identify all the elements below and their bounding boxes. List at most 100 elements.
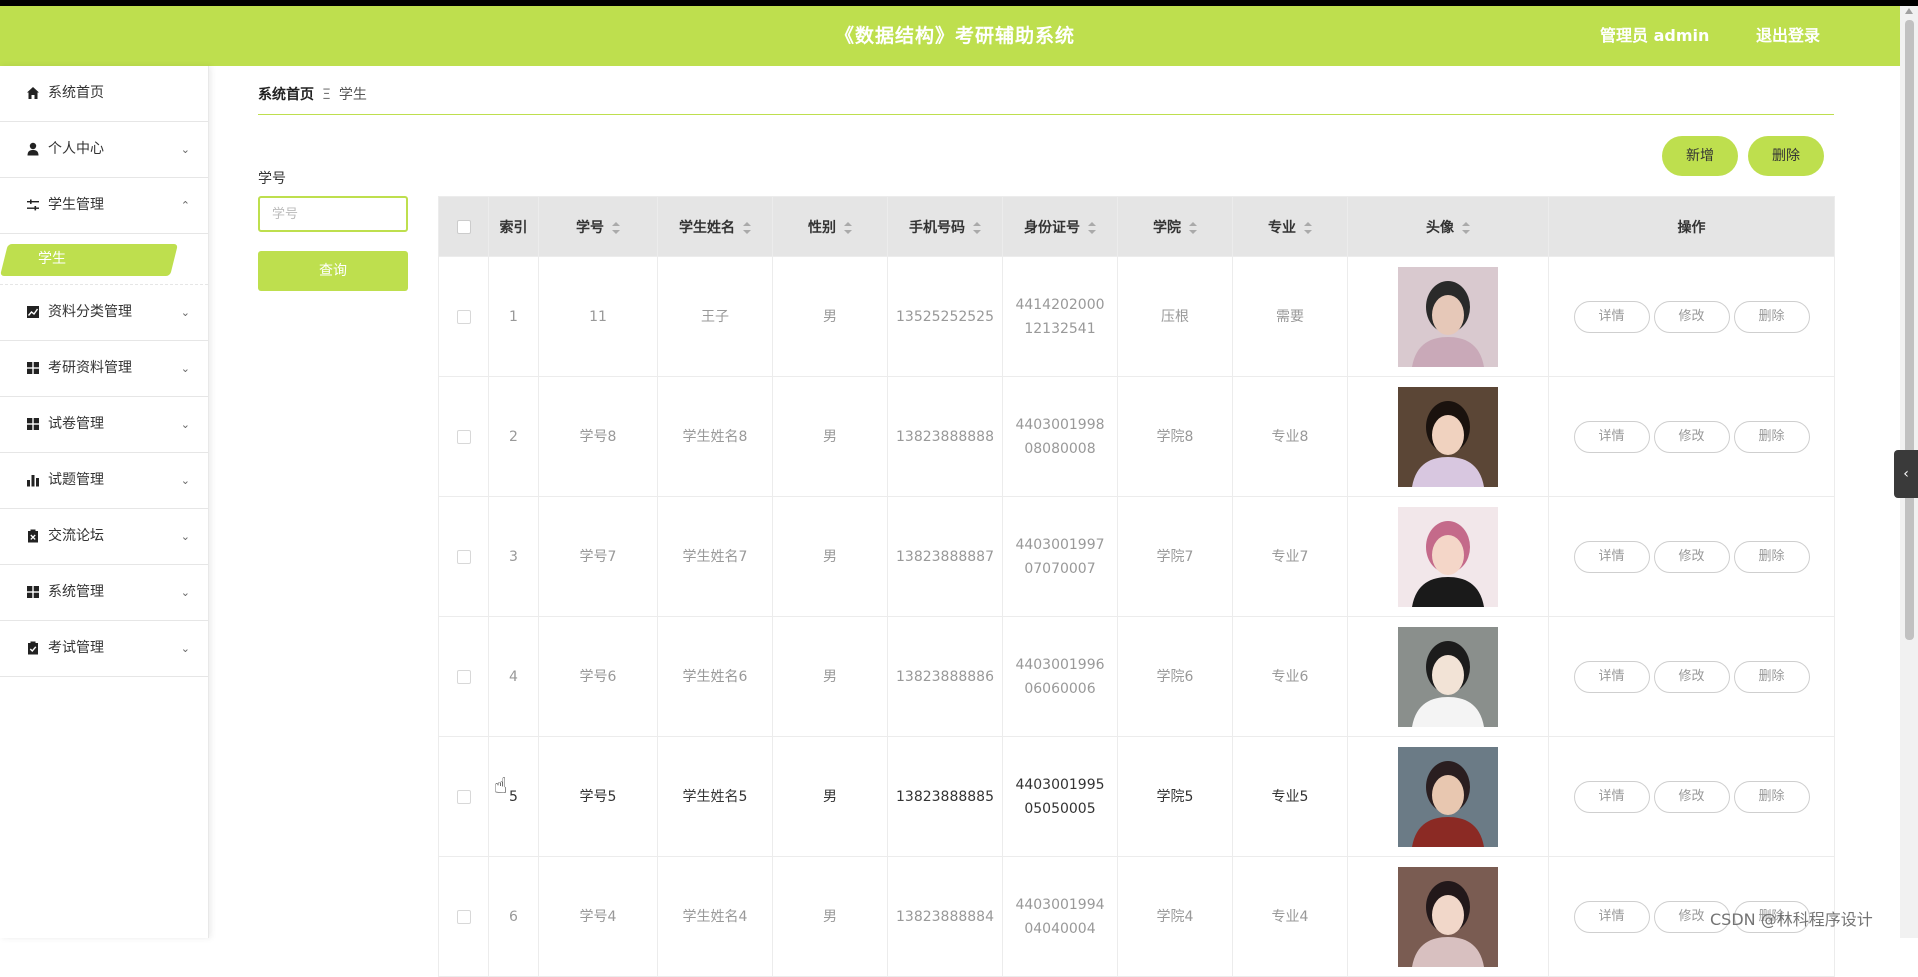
id-card-text: 440300199404040004 xyxy=(1015,896,1105,937)
sidebar-item-label: 试题管理 xyxy=(48,472,104,488)
sort-icon[interactable] xyxy=(612,221,620,234)
student-id-search-input[interactable] xyxy=(258,196,408,232)
edit-button[interactable]: 修改 xyxy=(1653,660,1730,693)
clipboard-check-icon xyxy=(26,641,40,655)
select-all-cell[interactable] xyxy=(438,196,489,257)
bar-chart-icon xyxy=(26,473,40,487)
edit-button[interactable]: 修改 xyxy=(1653,300,1730,333)
cell-gender: 男 xyxy=(772,616,888,737)
sidebar-item-student-management[interactable]: 学生管理 ⌃ xyxy=(0,178,208,234)
sidebar-item-system-management[interactable]: 系统管理 ⌄ xyxy=(0,565,208,621)
cell-phone: 13823888888 xyxy=(887,376,1003,497)
collapse-panel-handle[interactable]: ‹ xyxy=(1894,450,1918,498)
row-select-cell[interactable] xyxy=(438,856,489,977)
chevron-left-icon: ‹ xyxy=(1903,466,1909,482)
column-header-index: 索引 xyxy=(488,196,539,257)
sort-icon[interactable] xyxy=(1189,221,1197,234)
detail-button[interactable]: 详情 xyxy=(1573,780,1650,813)
home-icon xyxy=(26,86,40,100)
batch-delete-button[interactable]: 删除 xyxy=(1748,136,1824,176)
table-row[interactable]: 4 学号6 学生姓名6 男 13823888886 440300199606060006 学… xyxy=(438,616,1835,737)
sidebar-item-home[interactable]: 系统首页 xyxy=(0,66,208,122)
chevron-down-icon: ⌄ xyxy=(180,586,190,599)
detail-button[interactable]: 详情 xyxy=(1573,420,1650,453)
sidebar-item-forum[interactable]: 交流论坛 ⌄ xyxy=(0,509,208,565)
select-all-checkbox[interactable] xyxy=(456,219,471,234)
table-row[interactable]: 3 学号7 学生姓名7 男 13823888887 440300199707070007 学… xyxy=(438,496,1835,617)
table-row[interactable]: 1 11 王子男 13525252525 441420200012132541 压根 需要详… xyxy=(438,256,1835,377)
row-checkbox[interactable] xyxy=(456,669,471,684)
sidebar-item-material-category[interactable]: 资料分类管理 ⌄ xyxy=(0,285,208,341)
chevron-down-icon: ⌄ xyxy=(180,362,190,375)
sort-icon[interactable] xyxy=(743,221,751,234)
table-row[interactable]: 5 学号5 学生姓名5 男 13823888885 440300199505050005 学… xyxy=(438,736,1835,857)
detail-button[interactable]: 详情 xyxy=(1573,300,1650,333)
row-select-cell[interactable] xyxy=(438,616,489,737)
row-checkbox[interactable] xyxy=(456,909,471,924)
row-select-cell[interactable] xyxy=(438,736,489,857)
edit-button[interactable]: 修改 xyxy=(1653,780,1730,813)
column-header-major[interactable]: 专业 xyxy=(1232,196,1348,257)
row-checkbox[interactable] xyxy=(456,789,471,804)
scroll-up-icon[interactable] xyxy=(1905,8,1913,14)
table-row[interactable]: 2 学号8 学生姓名8 男 13823888888 440300199808080008 学… xyxy=(438,376,1835,497)
sort-icon[interactable] xyxy=(1088,221,1096,234)
column-header-student-id[interactable]: 学号 xyxy=(538,196,658,257)
cell-college: 学院4 xyxy=(1117,856,1233,977)
cell-actions: 详情 修改 删除 xyxy=(1548,616,1835,737)
query-button[interactable]: 查询 xyxy=(258,251,408,291)
column-header-gender[interactable]: 性别 xyxy=(772,196,888,257)
sidebar-item-exam-management[interactable]: 考试管理 ⌄ xyxy=(0,621,208,677)
cell-student-name: 学生姓名8 xyxy=(657,376,773,497)
cell-avatar xyxy=(1347,496,1549,617)
column-header-student-name[interactable]: 学生姓名 xyxy=(657,196,773,257)
row-checkbox[interactable] xyxy=(456,429,471,444)
edit-button[interactable]: 修改 xyxy=(1653,540,1730,573)
sort-icon[interactable] xyxy=(844,221,852,234)
detail-button[interactable]: 详情 xyxy=(1573,540,1650,573)
sidebar-item-exam-materials[interactable]: 考研资料管理 ⌄ xyxy=(0,341,208,397)
row-select-cell[interactable] xyxy=(438,376,489,497)
detail-button[interactable]: 详情 xyxy=(1573,660,1650,693)
student-avatar-image xyxy=(1398,866,1498,967)
student-avatar-image xyxy=(1398,626,1498,727)
table-row[interactable]: 6 学号4 学生姓名4 男 13823888884 440300199404040004 学… xyxy=(438,856,1835,977)
cell-index: 1 xyxy=(488,256,539,377)
sidebar-item-label: 系统首页 xyxy=(48,85,104,101)
row-select-cell[interactable] xyxy=(438,256,489,377)
student-avatar-image xyxy=(1398,746,1498,847)
scrollbar-thumb[interactable] xyxy=(1905,20,1914,640)
row-checkbox[interactable] xyxy=(456,549,471,564)
sort-icon[interactable] xyxy=(973,221,981,234)
cell-college: 学院5 xyxy=(1117,736,1233,857)
column-header-actions: 操作 xyxy=(1548,196,1835,257)
sidebar-item-paper-management[interactable]: 试卷管理 ⌄ xyxy=(0,397,208,453)
cell-gender: 男 xyxy=(772,856,888,977)
detail-button[interactable]: 详情 xyxy=(1573,900,1650,933)
delete-button[interactable]: 删除 xyxy=(1733,780,1810,813)
add-button[interactable]: 新增 xyxy=(1662,136,1738,176)
sort-icon[interactable] xyxy=(1304,221,1312,234)
breadcrumb-home[interactable]: 系统首页 xyxy=(258,87,314,103)
cell-index: 2 xyxy=(488,376,539,497)
delete-button[interactable]: 删除 xyxy=(1733,420,1810,453)
logout-link[interactable]: 退出登录 xyxy=(1756,6,1820,66)
edit-button[interactable]: 修改 xyxy=(1653,420,1730,453)
row-checkbox[interactable] xyxy=(456,309,471,324)
cell-actions: 详情 修改 删除 xyxy=(1548,256,1835,377)
cell-avatar xyxy=(1347,736,1549,857)
sidebar-subitem-student[interactable]: 学生 xyxy=(0,234,208,285)
breadcrumb: 系统首页 Ξ 学生 xyxy=(258,84,367,104)
sidebar-item-personal[interactable]: 个人中心 ⌄ xyxy=(0,122,208,178)
delete-button[interactable]: 删除 xyxy=(1733,300,1810,333)
delete-button[interactable]: 删除 xyxy=(1733,660,1810,693)
column-header-avatar[interactable]: 头像 xyxy=(1347,196,1549,257)
column-header-college[interactable]: 学院 xyxy=(1117,196,1233,257)
row-select-cell[interactable] xyxy=(438,496,489,617)
column-header-id-card[interactable]: 身份证号 xyxy=(1002,196,1118,257)
sort-icon[interactable] xyxy=(1462,221,1470,234)
delete-button[interactable]: 删除 xyxy=(1733,540,1810,573)
sidebar-item-question-management[interactable]: 试题管理 ⌄ xyxy=(0,453,208,509)
table-header-row: 索引 学号 学生姓名 性别 手机号码 身份证号 学院 专业 头像 操作 xyxy=(438,196,1835,257)
column-header-phone[interactable]: 手机号码 xyxy=(887,196,1003,257)
